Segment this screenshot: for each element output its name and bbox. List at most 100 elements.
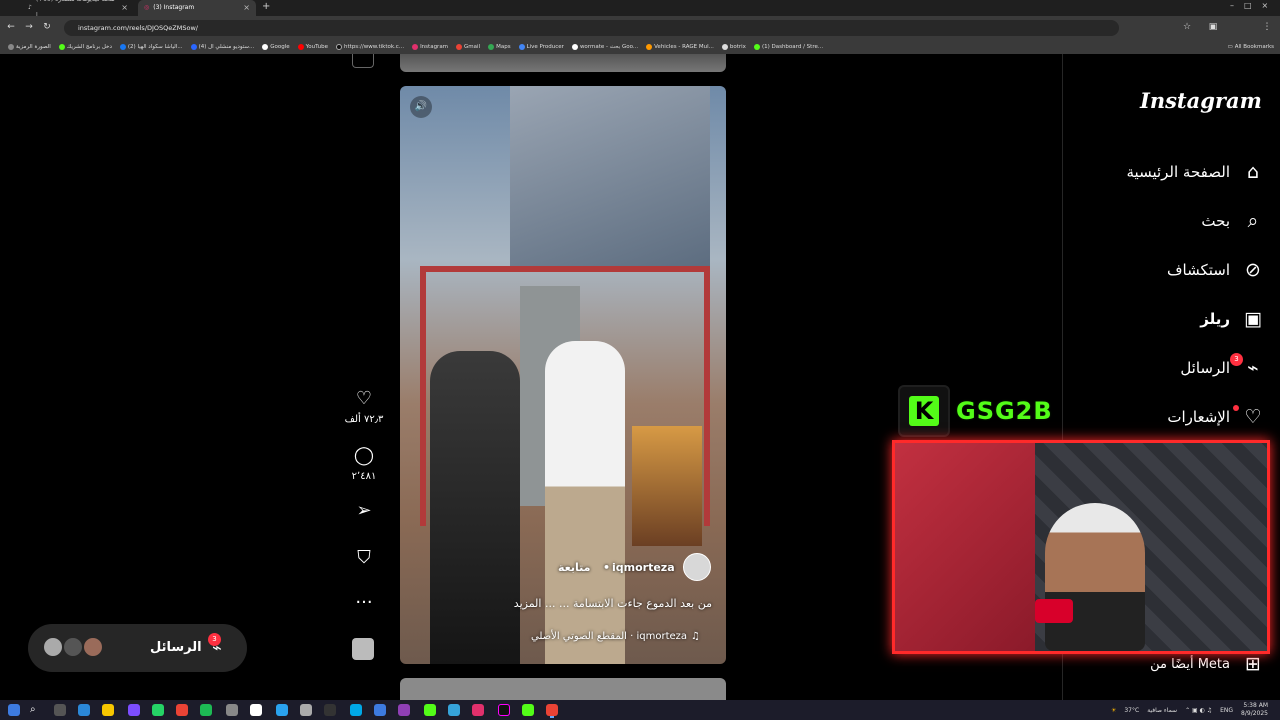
save-icon[interactable]: ⛉ <box>348 547 380 568</box>
instagram-icon: ◎ <box>144 4 150 11</box>
avatar <box>62 636 84 658</box>
like-icon[interactable]: ♡ <box>348 388 380 409</box>
bookmark-item[interactable]: دخل برنامج الشريك <box>58 44 112 50</box>
volume-icon[interactable]: 🔊 <box>410 96 432 118</box>
follow-button[interactable]: متابعة <box>558 561 590 574</box>
weather-desc: سماء صافية <box>1147 706 1178 714</box>
language-indicator[interactable]: ENG <box>1220 707 1233 714</box>
building-facade <box>510 86 710 266</box>
address-bar[interactable]: instagram.com/reels/DJOSQeZMSow/ <box>64 20 1119 36</box>
avatar <box>42 636 64 658</box>
app-icon[interactable] <box>472 704 484 716</box>
search-icon: ⌕ <box>1247 210 1259 232</box>
menu-icon[interactable]: ⋮ <box>1260 20 1274 34</box>
browser-tab-instagram[interactable]: ◎ (3) Instagram × <box>138 0 256 16</box>
all-bookmarks[interactable]: ▭ All Bookmarks <box>1228 44 1280 50</box>
bookmark-item[interactable]: Vehicles - RAGE Mul... <box>646 44 714 50</box>
share-icon[interactable]: ➢ <box>348 500 380 521</box>
back-icon[interactable]: ← <box>4 20 18 34</box>
person-right <box>545 341 625 664</box>
sidebar-item-search[interactable]: ⌕ بحث <box>1070 203 1264 239</box>
bookmarks-bar: الصورة الرمزية دخل برنامج الشريك (2) الي… <box>0 40 1280 54</box>
chrome-icon[interactable] <box>176 704 188 716</box>
bookmark-item[interactable]: الصورة الرمزية <box>8 44 51 50</box>
app-icon[interactable] <box>250 704 262 716</box>
reel-video[interactable] <box>400 86 726 664</box>
discord-icon[interactable] <box>128 704 140 716</box>
new-tab-icon[interactable]: + <box>262 1 270 12</box>
browser-tab-tiktok[interactable]: ♪ (+99) شاهد فيديوهات متصدرة | × <box>22 0 134 19</box>
bookmark-item[interactable]: YouTube <box>297 44 328 50</box>
app-icon[interactable] <box>300 704 312 716</box>
app-icon[interactable] <box>226 704 238 716</box>
like-count: ٧٢٫٣ ألف <box>344 414 384 425</box>
bookmark-item[interactable]: (1) Dashboard / Stre... <box>753 44 823 50</box>
bookmark-item[interactable]: (4) ستوديو منشلي ال... <box>190 44 254 50</box>
reel-author-avatar[interactable] <box>683 553 711 581</box>
close-tab-icon[interactable]: × <box>243 0 250 16</box>
sidebar-item-home[interactable]: ⌂ الصفحة الرئيسية <box>1070 154 1264 190</box>
microphone <box>1035 599 1073 623</box>
app-icon[interactable] <box>374 704 386 716</box>
dot-separator: • <box>603 561 611 574</box>
previous-reel[interactable] <box>400 54 726 72</box>
bookmark-item[interactable]: botrix <box>721 44 746 50</box>
file-explorer-icon[interactable] <box>102 704 114 716</box>
bookmark-item[interactable]: Gmail <box>456 44 480 50</box>
telegram-icon[interactable] <box>276 704 288 716</box>
sidebar-item-reels[interactable]: ▣ ريلز <box>1070 301 1264 337</box>
edge-icon[interactable] <box>78 704 90 716</box>
comment-count: ٢٬٤٨١ <box>351 471 377 482</box>
extensions-icon[interactable]: ▣ <box>1206 20 1220 34</box>
forward-icon[interactable]: → <box>22 20 36 34</box>
window-controls[interactable]: –□× <box>1230 1 1278 10</box>
comment-icon[interactable]: ◯ <box>348 445 380 466</box>
bookmark-item[interactable]: wormate - بحث Goo... <box>571 44 638 50</box>
audio-thumbnail[interactable] <box>352 638 374 660</box>
sidebar-item-explore[interactable]: ⊘ استكشاف <box>1070 252 1264 288</box>
reload-icon[interactable]: ↻ <box>40 20 54 34</box>
grid-icon: ⊞ <box>1245 653 1261 675</box>
more-options-icon[interactable]: ··· <box>348 592 380 613</box>
skype-icon[interactable] <box>350 704 362 716</box>
task-view-icon[interactable] <box>54 704 66 716</box>
app-icon[interactable] <box>424 704 436 716</box>
bookmark-item[interactable]: Instagram <box>412 44 448 50</box>
tiktok-icon[interactable] <box>498 704 510 716</box>
clock[interactable]: 5:38 AM 8/9/2025 <box>1241 702 1268 718</box>
weather-temp[interactable]: 37°C <box>1124 707 1139 714</box>
messages-badge: 3 <box>208 633 221 646</box>
bookmark-item[interactable]: Live Producer <box>518 44 564 50</box>
close-tab-icon[interactable]: × <box>121 0 128 16</box>
reel-caption[interactable]: من بعد الدموع جاءت الابتسامة ... ... الم… <box>410 597 712 610</box>
previous-avatar[interactable] <box>352 54 374 68</box>
webcam-overlay <box>892 440 1270 654</box>
compass-icon: ⊘ <box>1245 259 1261 281</box>
search-icon[interactable]: ⌕ <box>30 704 42 716</box>
instagram-logo[interactable]: Instagram <box>1140 88 1262 113</box>
chrome-active-icon[interactable] <box>546 704 558 716</box>
tray-icons[interactable]: ⌃ ▣ ◐ ♫ <box>1185 707 1212 714</box>
bookmark-star-icon[interactable]: ☆ <box>1180 20 1194 34</box>
bookmark-item[interactable]: (2) الياشا سكواد الهيا... <box>119 44 183 50</box>
bookmark-item[interactable]: https://www.tiktok.c... <box>336 44 404 50</box>
reel-audio[interactable]: ♫ iqmorteza · المقطع الصوتي الأصلي <box>490 631 700 642</box>
app-icon[interactable] <box>448 704 460 716</box>
next-reel[interactable] <box>400 678 726 700</box>
bookmark-item[interactable]: Google <box>262 44 290 50</box>
app-icon[interactable] <box>200 704 212 716</box>
person-left <box>430 351 520 664</box>
messenger-icon: ⌁ <box>1247 357 1259 379</box>
windows-start-icon[interactable] <box>8 704 20 716</box>
reel-username[interactable]: iqmorteza <box>612 561 675 574</box>
system-tray: ☀ 37°C سماء صافية ⌃ ▣ ◐ ♫ ENG 5:38 AM 8/… <box>1040 700 1280 720</box>
boxes <box>632 426 702 546</box>
notification-dot <box>1233 405 1239 411</box>
whatsapp-icon[interactable] <box>152 704 164 716</box>
weather-icon: ☀ <box>1110 706 1117 714</box>
bookmark-item[interactable]: Maps <box>488 44 511 50</box>
browser-toolbar: ← → ↻ instagram.com/reels/DJOSQeZMSow/ ☆… <box>0 16 1280 40</box>
app-icon[interactable] <box>398 704 410 716</box>
app-icon[interactable] <box>522 704 534 716</box>
obs-icon[interactable] <box>324 704 336 716</box>
